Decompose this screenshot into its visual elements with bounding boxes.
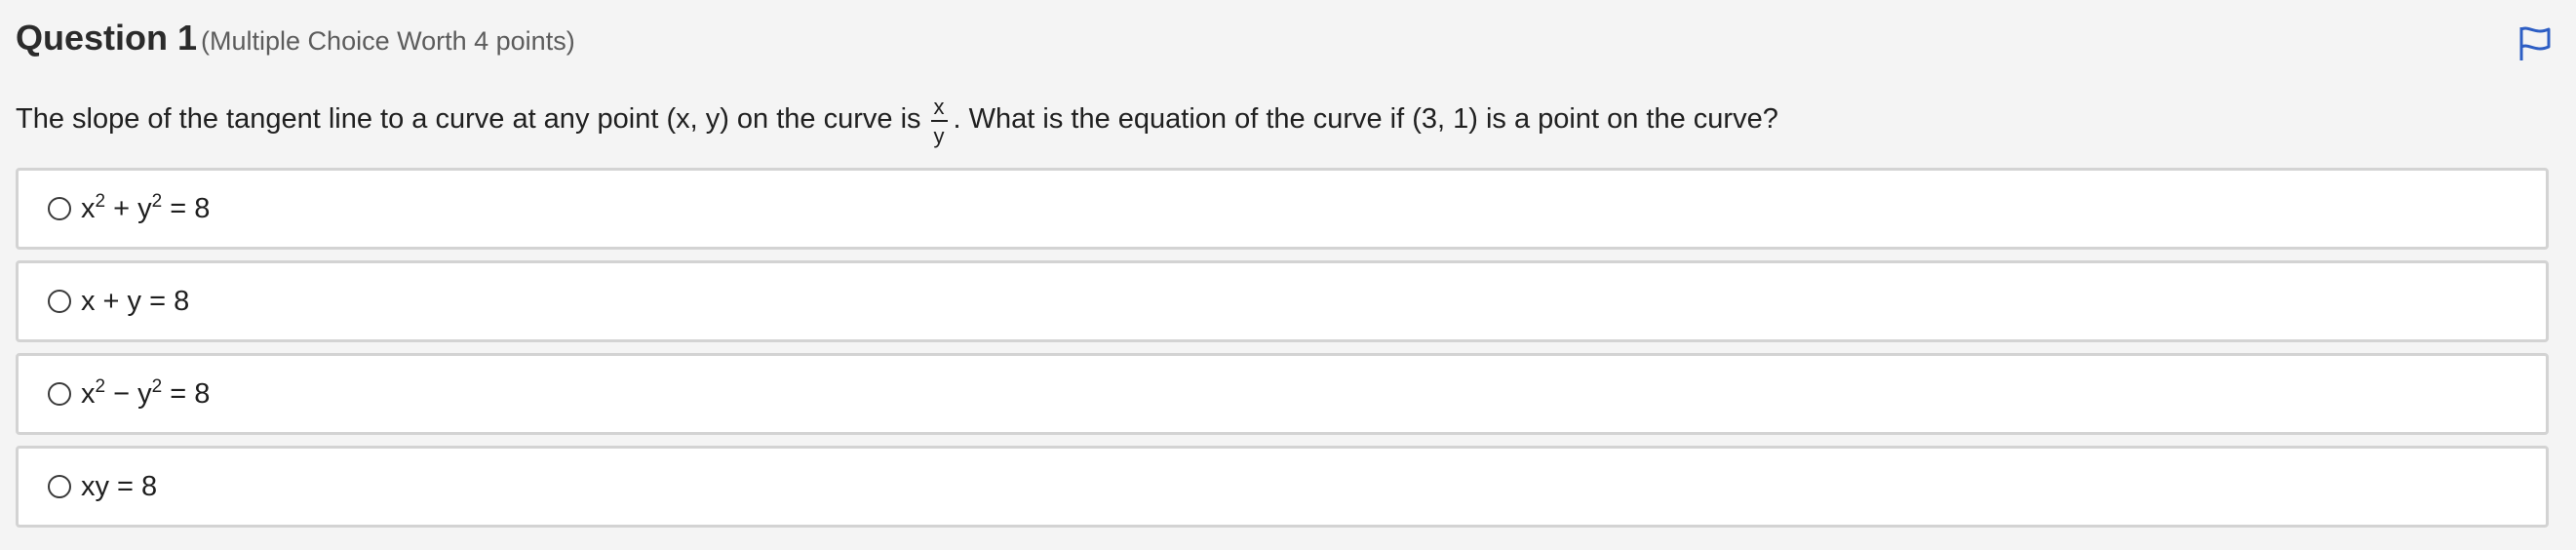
question-page: Question 1 (Multiple Choice Worth 4 poin… <box>0 0 2576 550</box>
answer-label: xy = 8 <box>81 470 158 502</box>
answer-option-a[interactable]: x2 + y2 = 8 <box>16 168 2549 250</box>
prompt-text-after: . What is the equation of the curve if (… <box>953 102 1778 135</box>
answer-option-c[interactable]: x2 − y2 = 8 <box>16 353 2549 435</box>
prompt-text-before: The slope of the tangent line to a curve… <box>16 102 921 135</box>
answer-option-d[interactable]: xy = 8 <box>16 446 2549 528</box>
answer-label: x2 + y2 = 8 <box>81 190 211 224</box>
fraction-numerator: x <box>930 97 948 122</box>
answer-option-b[interactable]: x + y = 8 <box>16 260 2549 342</box>
radio-button[interactable] <box>48 290 71 313</box>
question-title: Question 1 <box>16 18 198 58</box>
fraction-denominator: y <box>933 124 945 148</box>
flag-icon[interactable] <box>2516 23 2555 62</box>
answer-label: x2 − y2 = 8 <box>81 375 211 410</box>
question-prompt: The slope of the tangent line to a curve… <box>16 94 1778 148</box>
radio-button[interactable] <box>48 382 71 406</box>
question-header: Question 1 (Multiple Choice Worth 4 poin… <box>16 18 575 59</box>
question-meta: (Multiple Choice Worth 4 points) <box>201 26 575 56</box>
answer-options: x2 + y2 = 8 x + y = 8 x2 − y2 = 8 xy = 8 <box>16 168 2549 538</box>
fraction-x-over-y: x y <box>930 97 948 148</box>
radio-button[interactable] <box>48 475 71 498</box>
radio-button[interactable] <box>48 197 71 220</box>
answer-label: x + y = 8 <box>81 285 190 317</box>
